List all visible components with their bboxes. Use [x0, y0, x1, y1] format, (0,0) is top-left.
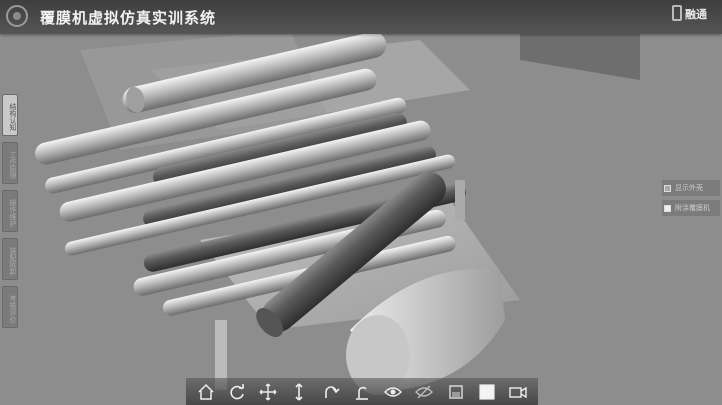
zoom-vertical-icon — [295, 382, 303, 401]
app-title: 覆膜机虚拟仿真实训系统 — [40, 9, 217, 27]
reset-button[interactable] — [349, 381, 375, 403]
window-button[interactable] — [443, 381, 469, 403]
window-icon — [449, 384, 463, 399]
hide-icon — [415, 385, 434, 398]
show-button[interactable] — [380, 381, 406, 403]
home-button[interactable] — [193, 381, 219, 403]
rotate-button[interactable] — [224, 381, 250, 403]
option-coating-machine[interactable]: 附涂覆膜机 — [662, 200, 720, 216]
view-toolbar — [186, 378, 538, 405]
zoom-button[interactable] — [286, 381, 312, 403]
fullscreen-button[interactable] — [474, 381, 500, 403]
machine-model-scene — [0, 0, 722, 405]
brand-logo: 融通 — [670, 3, 710, 31]
home-icon — [198, 383, 214, 400]
side-nav: 结构认知 工作原理 操作维护 装配拆卸 考核评价 — [2, 94, 18, 334]
brand-text: 融通 — [685, 8, 707, 21]
pan-button[interactable] — [255, 381, 281, 403]
camera-icon — [509, 386, 527, 398]
3d-viewport[interactable] — [0, 0, 722, 405]
coating-machine-label: 附涂覆膜机 — [675, 204, 710, 212]
side-tab-operation[interactable]: 操作维护 — [2, 190, 18, 232]
side-tab-structure[interactable]: 结构认知 — [2, 94, 18, 136]
hide-button[interactable] — [411, 381, 437, 403]
rotate-icon — [230, 383, 244, 399]
camera-button[interactable] — [505, 381, 531, 403]
app-logo — [6, 5, 28, 27]
option-show-shell[interactable]: 显示外壳 — [662, 180, 720, 196]
coating-machine-checkbox[interactable] — [664, 204, 671, 212]
side-tab-principle[interactable]: 工作原理 — [2, 142, 18, 184]
undo-button[interactable] — [318, 381, 344, 403]
show-icon — [384, 386, 403, 397]
show-shell-checkbox[interactable] — [664, 184, 671, 192]
undo-icon — [324, 385, 340, 398]
brand-mark-icon — [672, 5, 682, 21]
title-bar: 覆膜机虚拟仿真实训系统 融通 — [0, 0, 722, 34]
side-tab-assembly[interactable]: 装配拆卸 — [2, 238, 18, 280]
side-tab-assessment[interactable]: 考核评价 — [2, 286, 18, 328]
reset-icon — [355, 386, 368, 400]
fullscreen-icon — [479, 383, 495, 400]
display-options-panel: 显示外壳 附涂覆膜机 — [662, 180, 720, 220]
show-shell-label: 显示外壳 — [675, 184, 703, 192]
pan-icon — [259, 383, 277, 400]
